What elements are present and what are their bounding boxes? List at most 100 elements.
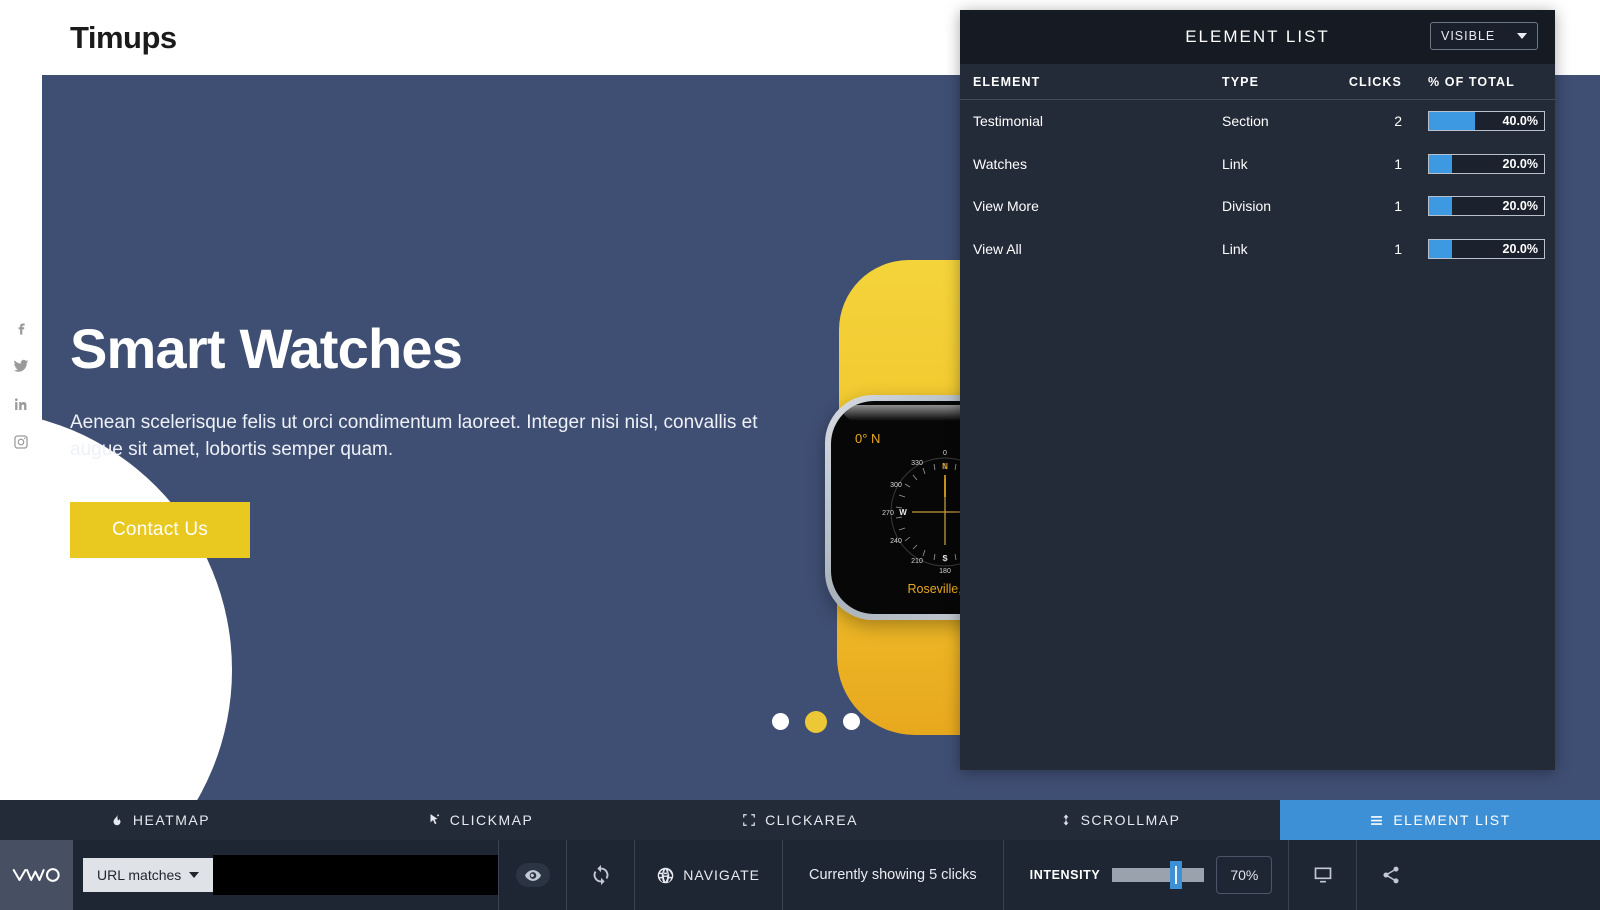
row-percent-cell: 40.0% <box>1422 111 1555 132</box>
url-match-label: URL matches <box>97 867 182 883</box>
table-row[interactable]: View More Division 1 20.0% <box>960 185 1555 228</box>
percent-bar: 20.0% <box>1428 196 1545 217</box>
site-logo[interactable]: Timups <box>70 20 177 56</box>
tab-element-list[interactable]: ELEMENT LIST <box>1280 800 1600 840</box>
carousel-dot-2-active[interactable] <box>805 711 827 733</box>
tab-clickmap[interactable]: CLICKMAP <box>320 800 640 840</box>
up-down-arrow-icon <box>1063 814 1069 826</box>
percent-bar: 20.0% <box>1428 238 1545 259</box>
intensity-control: INTENSITY 70% <box>1004 840 1289 910</box>
percent-bar-label: 40.0% <box>1502 114 1538 129</box>
social-rail <box>0 320 42 450</box>
intensity-label: INTENSITY <box>1029 868 1101 882</box>
element-list-panel: ELEMENT LIST VISIBLE ELEMENT TYPE CLICKS… <box>960 10 1555 770</box>
row-element-type: Division <box>1222 198 1272 215</box>
row-percent-cell: 20.0% <box>1422 196 1555 217</box>
eye-icon <box>524 869 541 881</box>
row-click-count: 1 <box>1394 198 1402 215</box>
row-percent-cell: 20.0% <box>1422 238 1555 259</box>
flame-icon <box>113 814 121 826</box>
carousel-dot-3[interactable] <box>843 713 860 730</box>
vwo-logo-icon <box>12 868 60 882</box>
url-filter-group: URL matches <box>73 840 499 910</box>
element-list-header: ELEMENT LIST VISIBLE <box>960 10 1555 64</box>
svg-text:210: 210 <box>911 558 923 565</box>
intensity-slider[interactable] <box>1112 861 1205 889</box>
svg-text:180: 180 <box>939 568 951 575</box>
tab-scrollmap[interactable]: SCROLLMAP <box>960 800 1280 840</box>
svg-text:300: 300 <box>890 482 902 489</box>
element-list-title: ELEMENT LIST <box>1185 27 1330 46</box>
tab-clickmap-label: CLICKMAP <box>449 812 534 828</box>
percent-bar-fill <box>1429 112 1475 131</box>
carousel-dot-1[interactable] <box>772 713 789 730</box>
intensity-slider-handle[interactable] <box>1170 861 1183 889</box>
screen-root: Timups HOME WATCHES ABOUT CONTACT Smart … <box>0 0 1600 910</box>
vwo-logo[interactable] <box>0 840 73 910</box>
column-header-element: ELEMENT <box>973 74 1041 89</box>
svg-text:0: 0 <box>943 450 947 457</box>
linkedin-icon[interactable] <box>13 396 29 412</box>
refresh-button[interactable] <box>567 840 634 910</box>
svg-text:270: 270 <box>882 510 894 517</box>
desktop-icon <box>1314 867 1332 883</box>
row-click-count: 1 <box>1394 155 1402 172</box>
visibility-filter-value: VISIBLE <box>1441 29 1496 43</box>
visibility-filter-dropdown[interactable]: VISIBLE <box>1430 22 1538 50</box>
svg-text:240: 240 <box>890 538 902 545</box>
device-desktop-button[interactable] <box>1289 840 1356 910</box>
cursor-icon <box>430 814 439 825</box>
facebook-icon[interactable] <box>13 320 29 336</box>
url-match-dropdown[interactable]: URL matches <box>83 858 214 892</box>
element-list-rows: Testimonial Section 2 40.0% Watches Link… <box>960 100 1555 270</box>
percent-bar-fill <box>1429 154 1452 173</box>
preview-toggle-button[interactable] <box>499 840 566 910</box>
element-list-column-headers: ELEMENT TYPE CLICKS % OF TOTAL <box>960 64 1555 100</box>
vwo-mode-tabs: HEATMAP CLICKMAP CLICKAREA SCROLLMAP ELE… <box>0 800 1600 840</box>
row-element-name: View More <box>973 198 1039 215</box>
vwo-bottom-toolbar: URL matches NAVIGATE Currently showing 5… <box>0 840 1600 910</box>
row-element-type: Section <box>1222 113 1269 130</box>
table-row[interactable]: Watches Link 1 20.0% <box>960 143 1555 186</box>
column-header-percent: % OF TOTAL <box>1428 74 1515 89</box>
svg-text:W: W <box>899 508 907 517</box>
hero-title: Smart Watches <box>70 317 463 380</box>
eye-pill <box>515 863 550 887</box>
row-element-name: Watches <box>973 155 1027 172</box>
tab-clickarea-label: CLICKAREA <box>765 812 858 828</box>
carousel-dots <box>772 711 860 733</box>
tab-clickarea[interactable]: CLICKAREA <box>640 800 960 840</box>
tab-scrollmap-label: SCROLLMAP <box>1080 812 1181 828</box>
row-click-count: 2 <box>1394 113 1402 130</box>
row-element-name: Testimonial <box>973 113 1044 130</box>
hero-subtitle: Aenean scelerisque felis ut orci condime… <box>70 411 758 461</box>
row-element-name: View All <box>973 240 1022 257</box>
instagram-icon[interactable] <box>13 434 29 450</box>
svg-text:330: 330 <box>911 460 923 467</box>
twitter-icon[interactable] <box>12 358 30 374</box>
table-row[interactable]: Testimonial Section 2 40.0% <box>960 100 1555 143</box>
navigate-button[interactable]: NAVIGATE <box>635 840 782 910</box>
contact-us-button[interactable]: Contact Us <box>70 501 250 558</box>
tab-element-list-label: ELEMENT LIST <box>1393 812 1511 828</box>
share-button[interactable] <box>1357 840 1424 910</box>
percent-bar-label: 20.0% <box>1502 241 1538 256</box>
percent-bar-fill <box>1429 239 1452 258</box>
row-percent-cell: 20.0% <box>1422 153 1555 174</box>
intensity-percent-box[interactable]: 70% <box>1216 856 1273 894</box>
column-header-clicks: CLICKS <box>1348 74 1402 89</box>
table-row[interactable]: View All Link 1 20.0% <box>960 228 1555 271</box>
dashed-square-icon <box>743 814 755 826</box>
row-element-type: Link <box>1222 240 1248 257</box>
percent-bar-label: 20.0% <box>1502 199 1538 214</box>
hamburger-icon <box>1371 815 1383 825</box>
tab-heatmap[interactable]: HEATMAP <box>0 800 320 840</box>
navigate-label: NAVIGATE <box>683 867 761 883</box>
share-icon <box>1383 866 1399 884</box>
chevron-down-icon <box>189 872 200 878</box>
column-header-type: TYPE <box>1222 74 1260 89</box>
refresh-icon <box>593 864 609 886</box>
url-input[interactable] <box>213 855 499 895</box>
row-element-type: Link <box>1222 155 1248 172</box>
globe-icon <box>658 867 674 883</box>
